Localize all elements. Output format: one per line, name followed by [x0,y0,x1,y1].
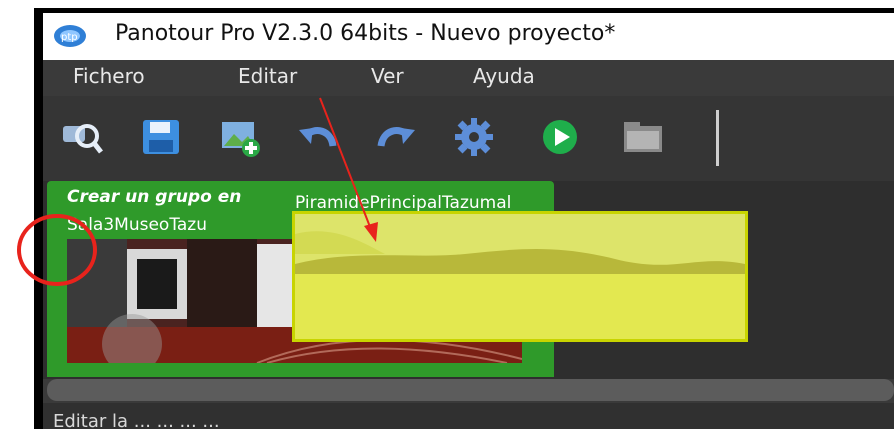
add-image-icon[interactable] [220,116,262,158]
dragged-panorama-thumbnail[interactable] [292,211,748,342]
panotour-logo-icon: ptp [54,25,86,47]
group-title: Crear un grupo en [67,187,242,207]
status-bar: Editar la ... ... ... ... [43,403,894,429]
horizontal-scrollbar[interactable] [47,379,894,401]
window-title: Panotour Pro V2.3.0 64bits - Nuevo proye… [115,21,616,46]
panorama-list-panel: Crear un grupo en Sala3MuseoTazu Piramid… [43,181,894,379]
settings-gear-icon[interactable] [453,116,495,158]
menu-ayuda[interactable]: Ayuda [473,64,535,88]
zoom-search-icon[interactable] [61,116,103,158]
menu-fichero[interactable]: Fichero [73,64,145,88]
status-text: Editar la ... ... ... ... [53,411,220,429]
toolbar-separator [716,110,719,166]
dragged-panorama-label: PiramidePrincipalTazumal [295,193,512,213]
svg-text:ptp: ptp [61,32,78,43]
toolbar [43,96,894,181]
play-icon[interactable] [539,116,581,158]
redo-icon[interactable] [375,116,417,158]
title-bar: ptp Panotour Pro V2.3.0 64bits - Nuevo p… [43,13,894,60]
folder-icon[interactable] [622,116,664,158]
panorama-label: Sala3MuseoTazu [67,215,208,235]
save-icon[interactable] [140,116,182,158]
menu-bar: Fichero Editar Ver Ayuda [43,60,894,96]
undo-icon[interactable] [297,116,339,158]
menu-ver[interactable]: Ver [371,64,404,88]
menu-editar[interactable]: Editar [238,64,297,88]
app-window: ptp Panotour Pro V2.3.0 64bits - Nuevo p… [43,13,894,429]
